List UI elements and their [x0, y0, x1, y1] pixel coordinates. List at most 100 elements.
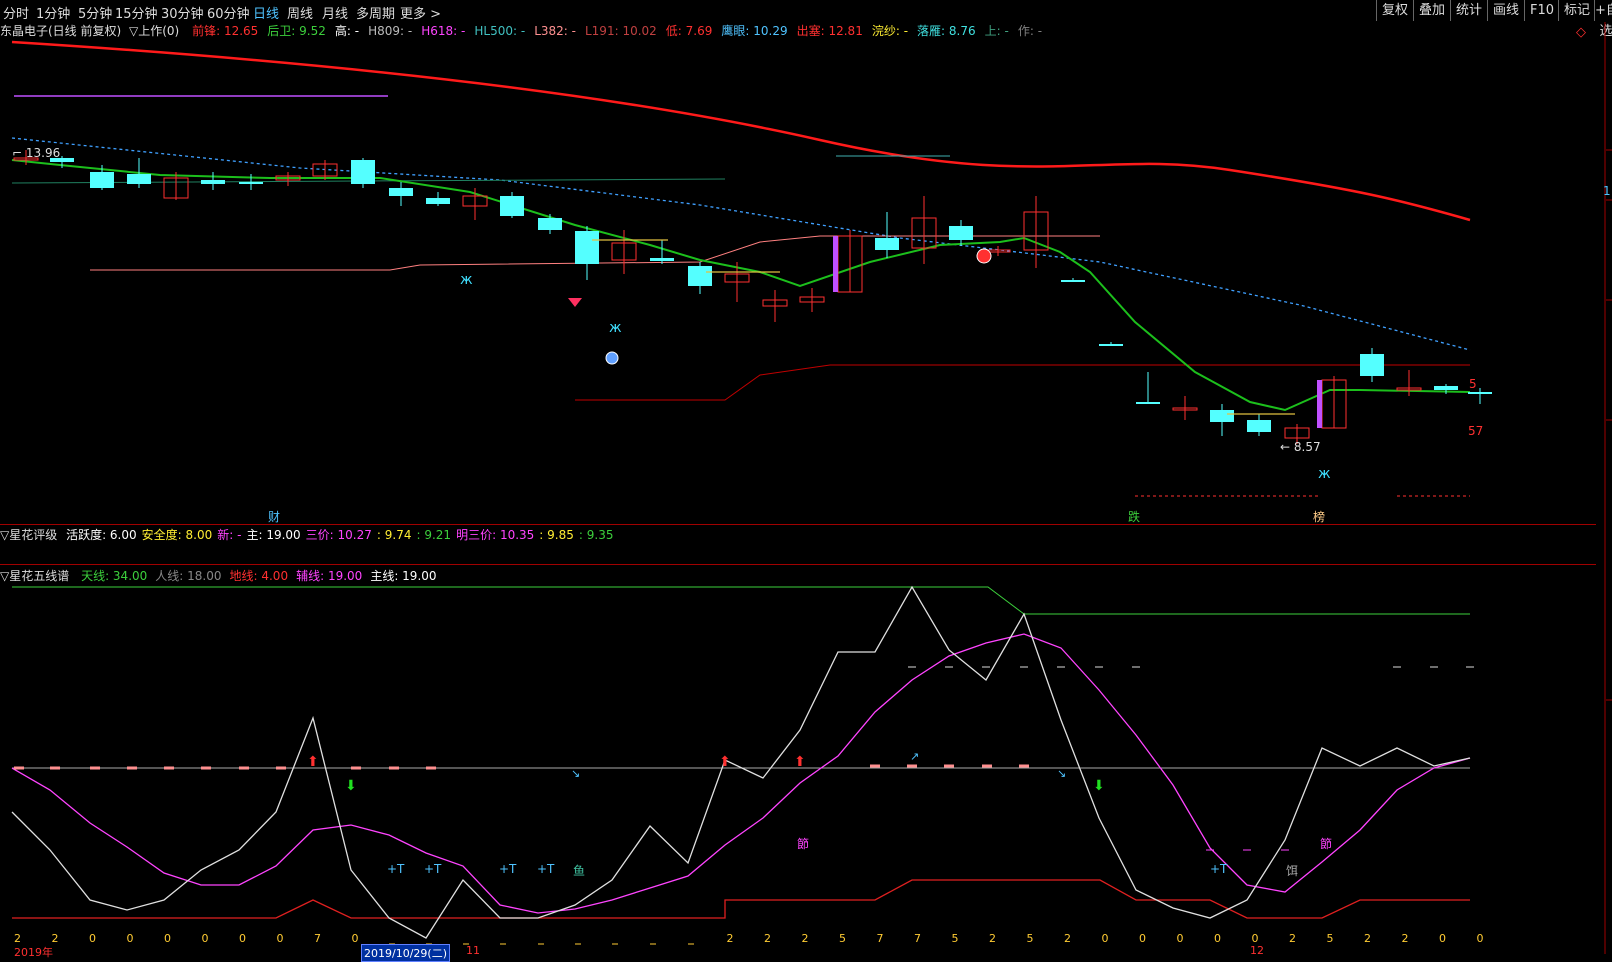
- candle-body: [127, 174, 151, 184]
- panel-divider[interactable]: [0, 564, 1596, 565]
- er-marker: 饵: [1286, 864, 1299, 878]
- plus-t-marker: +T: [537, 862, 555, 876]
- indicator-label: 主:: [246, 528, 263, 542]
- indicator-number: 8.00: [181, 528, 213, 542]
- right-value-bottom: 57: [1468, 424, 1484, 438]
- candle-body: [650, 258, 674, 261]
- count-value: 5: [951, 932, 959, 945]
- date-year: 2019年: [14, 946, 53, 959]
- count-value: 0: [201, 932, 209, 945]
- blue-ball-icon: [605, 351, 619, 365]
- butterfly-icon: ж: [1318, 466, 1331, 482]
- indicator-label: 天线:: [81, 569, 110, 583]
- count-value: 0: [1214, 932, 1221, 945]
- indicator-label: 人线:: [155, 569, 184, 583]
- count-value: 2: [764, 932, 771, 945]
- indicator-number: 19.00: [398, 569, 437, 583]
- red-band: [575, 364, 1470, 401]
- candle-body: [1360, 354, 1384, 376]
- indicator-label: 辅线:: [296, 569, 325, 583]
- indicator-value: : 9.21: [416, 528, 451, 542]
- indicator-number: 19.00: [262, 528, 301, 542]
- candle-body: [500, 196, 524, 216]
- indicator-label: 主线:: [370, 569, 399, 583]
- indicator-value: 辅线: 19.00: [296, 569, 362, 583]
- candle-body: [201, 180, 225, 184]
- plus-t-marker: +T: [499, 862, 517, 876]
- count-value: 0: [1176, 932, 1184, 945]
- ma-dotted-line: [11, 137, 1471, 351]
- candle-body: [875, 238, 899, 250]
- indicator-value: 天线: 34.00: [81, 569, 147, 583]
- candle-body: [688, 266, 712, 286]
- indicator-value: 主: 19.00: [246, 528, 300, 542]
- indicator-number: 19.00: [324, 569, 363, 583]
- indicator-value: : 9.35: [579, 528, 614, 542]
- indicator-value: 地线: 4.00: [230, 569, 289, 583]
- panel-title[interactable]: ▽星花评级: [0, 528, 57, 542]
- count-value: 2: [1364, 932, 1371, 945]
- diag-arrow-icon: ↘: [571, 767, 580, 780]
- purple-bar: [1317, 380, 1322, 428]
- jie-marker: 節: [1320, 837, 1333, 851]
- count-value: 7: [876, 932, 884, 945]
- candle-body: [389, 188, 413, 196]
- count-value: 0: [1476, 932, 1484, 945]
- date-cursor: 2019/10/29(二): [361, 944, 450, 962]
- diag-arrow-icon: ↘: [1057, 767, 1066, 780]
- aux-line: [11, 633, 1471, 914]
- count-value: 0: [1439, 932, 1446, 945]
- count-value: 0: [276, 932, 284, 945]
- count-value: 7: [314, 932, 321, 945]
- up-arrow-icon: ⬆: [794, 754, 806, 770]
- count-value: 2: [726, 932, 734, 945]
- count-value: 2: [801, 932, 809, 945]
- indicator-number: 4.00: [257, 569, 289, 583]
- candle-body: [538, 218, 562, 230]
- butterfly-icon: ж: [460, 272, 473, 288]
- count-value: 0: [89, 932, 96, 945]
- candle-body: [1099, 344, 1123, 346]
- indicator-number: 18.00: [183, 569, 222, 583]
- indicator-label: 新:: [217, 528, 234, 542]
- candle-body: [1061, 280, 1085, 282]
- candle-body: [239, 182, 263, 184]
- indicator-number: 10.35: [496, 528, 535, 542]
- indicator-value: 明三价: 10.35: [456, 528, 534, 542]
- count-value: 0: [351, 932, 359, 945]
- up-arrow-icon: ⬆: [719, 754, 731, 770]
- candle-body: [351, 160, 375, 184]
- indicator-number: 9.85: [543, 528, 574, 542]
- panel-divider[interactable]: [0, 524, 1596, 525]
- diamond-icon: ◇: [1576, 25, 1586, 40]
- indicator-value: 活跃度: 6.00: [66, 528, 137, 542]
- candle-body: [90, 172, 114, 188]
- candle-body: [949, 226, 973, 240]
- count-value: 0: [239, 932, 246, 945]
- indicator-value: 人线: 18.00: [155, 569, 221, 583]
- candle-body: [1468, 392, 1492, 394]
- tag-cai: 财: [268, 510, 281, 524]
- down-arrow-icon: ⬇: [1093, 778, 1105, 794]
- indicator-number: 34.00: [109, 569, 148, 583]
- up-arrow-icon: ⬆: [307, 754, 319, 770]
- count-value: 0: [164, 932, 171, 945]
- purple-bar: [833, 236, 838, 292]
- candle-body: [1434, 386, 1458, 390]
- count-value: 2: [1401, 932, 1409, 945]
- indicator-label: 三价:: [305, 528, 334, 542]
- indicator-value: : 9.74: [377, 528, 412, 542]
- indicator-label: 地线:: [229, 569, 258, 583]
- low-price-label: ← 8.57: [1280, 440, 1321, 454]
- jie-marker: 節: [797, 837, 810, 851]
- five-line-header: ▽星花五线谱 天线: 34.00 人线: 18.00 地线: 4.00 辅线: 19.…: [0, 567, 437, 583]
- ma-green-line: [11, 159, 1471, 412]
- candle-body: [1136, 402, 1160, 404]
- indicator-label: 安全度:: [141, 528, 182, 542]
- count-value: 0: [126, 932, 134, 945]
- indicator-value: 新: -: [217, 528, 241, 542]
- red-ball-icon: [976, 248, 992, 264]
- indicator-label: 活跃度:: [66, 528, 107, 542]
- panel-title[interactable]: ▽星花五线谱: [0, 569, 69, 583]
- chart-canvas[interactable]: ж ж ж ⬆ ⬆ ⬆ ⬇ ⬇ ↘ ↘ ↗ ◇: [0, 0, 1612, 954]
